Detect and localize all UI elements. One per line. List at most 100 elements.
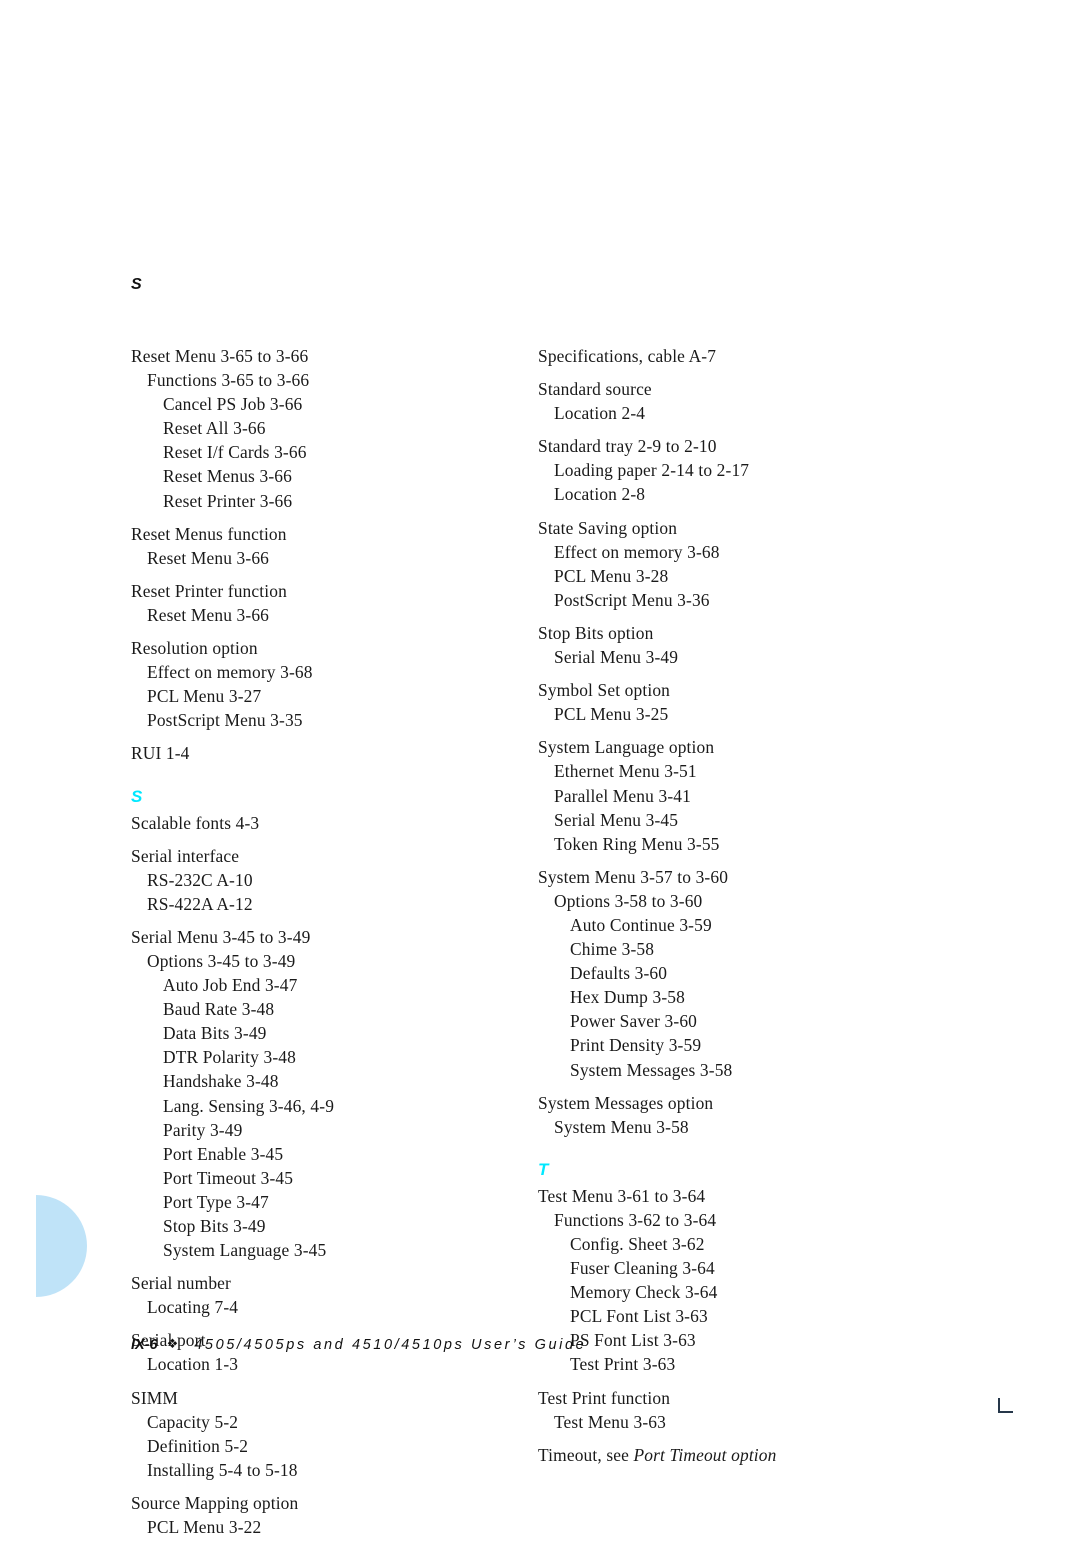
index-subentry: Ethernet Menu 3-51 xyxy=(554,761,697,782)
index-subentry: Parallel Menu 3-41 xyxy=(554,785,691,806)
index-entry: System Messages option xyxy=(538,1092,714,1113)
index-entry: Symbol Set option xyxy=(538,680,671,701)
index-entry: Test Menu 3-61 to 3-64 xyxy=(538,1185,706,1206)
index-subentry: Stop Bits 3-49 xyxy=(163,1216,266,1236)
index-entry: Serial interface xyxy=(131,845,240,866)
index-subentry: PCL Menu 3-25 xyxy=(554,704,669,725)
index-subentry: Parity 3-49 xyxy=(163,1119,243,1140)
index-entry-group: RUI 1-4 xyxy=(131,741,531,765)
index-entry: Serial Menu 3-45 to 3-49 xyxy=(131,926,311,947)
index-entry: System Menu 3-57 to 3-60 xyxy=(538,866,729,887)
index-subentry: PS Font List 3-63 xyxy=(570,1330,696,1351)
index-entry-group: Standard tray 2-9 to 2-10 Loading paper 2… xyxy=(538,434,938,506)
index-subentry: Cancel PS Job 3-66 xyxy=(163,394,303,415)
index-entry: Standard tray 2-9 to 2-10 xyxy=(538,436,717,457)
index-entry-group: Timeout, see Port Timeout option xyxy=(538,1443,938,1467)
index-subentry: Print Density 3-59 xyxy=(570,1035,702,1056)
index-entry-group: Source Mapping option PCL Menu 3-22 xyxy=(131,1491,531,1539)
index-entry-group: Resolution option Effect on memory 3-68 PC… xyxy=(131,636,531,732)
index-subentry: Reset Menu 3-66 xyxy=(147,547,270,568)
index-entry-group: Test Print function Test Menu 3-63 xyxy=(538,1386,938,1434)
crop-mark-icon xyxy=(998,1398,1013,1413)
index-subentry: Test Print 3-63 xyxy=(570,1354,676,1375)
index-entry: SIMM xyxy=(131,1387,178,1408)
index-subentry: Effect on memory 3-68 xyxy=(554,541,720,562)
index-subentry: DTR Polarity 3-48 xyxy=(163,1047,296,1068)
index-entry: Reset Menus function xyxy=(131,523,287,544)
index-entry: Test Print function xyxy=(538,1387,671,1408)
index-column-left: Reset Menu 3-65 to 3-66 Functions 3-65 to… xyxy=(131,344,531,1548)
index-subentry: Location 2-8 xyxy=(554,484,646,505)
index-subentry: Definition 5-2 xyxy=(147,1435,249,1456)
index-subentry: Options 3-58 to 3-60 xyxy=(554,890,703,911)
index-subentry: Data Bits 3-49 xyxy=(163,1023,267,1044)
index-entry-group: Scalable fonts 4-3 xyxy=(131,811,531,835)
index-subentry: PostScript Menu 3-36 xyxy=(554,589,710,610)
index-entry-group: Symbol Set option PCL Menu 3-25 xyxy=(538,678,938,726)
index-entry: Stop Bits option xyxy=(538,622,654,643)
index-subentry: Handshake 3-48 xyxy=(163,1071,279,1092)
index-subentry: Serial Menu 3-45 xyxy=(554,809,679,830)
index-subentry: Installing 5-4 to 5-18 xyxy=(147,1459,298,1480)
index-subentry: Reset All 3-66 xyxy=(163,418,266,439)
index-entry: State Saving option xyxy=(538,517,678,538)
index-entry-group: Reset Menus function Reset Menu 3-66 xyxy=(131,522,531,570)
index-subentry: Port Timeout 3-45 xyxy=(163,1167,294,1188)
index-subentry: Lang. Sensing 3-46, 4-9 xyxy=(163,1095,335,1116)
index-column-right: Specifications, cable A-7 Standard source… xyxy=(538,344,938,1476)
index-subentry: Capacity 5-2 xyxy=(147,1411,239,1432)
index-subentry: Serial Menu 3-49 xyxy=(554,647,679,668)
index-subentry: Fuser Cleaning 3-64 xyxy=(570,1258,715,1279)
index-subentry: PCL Menu 3-27 xyxy=(147,686,262,707)
index-entry: Reset Menu 3-65 to 3-66 xyxy=(131,346,309,366)
index-entry: System Language option xyxy=(538,737,715,758)
index-entry-group: SIMM Capacity 5-2 Definition 5-2 Installing… xyxy=(131,1386,531,1482)
index-entry: Resolution option xyxy=(131,638,258,659)
section-letter-t: T xyxy=(538,1159,549,1179)
index-subentry: System Language 3-45 xyxy=(163,1240,327,1261)
index-subentry: Location 2-4 xyxy=(554,403,646,424)
index-subentry: Locating 7-4 xyxy=(147,1297,239,1318)
index-subentry: PostScript Menu 3-35 xyxy=(147,710,303,731)
index-entry-group: Specifications, cable A-7 xyxy=(538,344,938,368)
index-subentry: Memory Check 3-64 xyxy=(570,1282,718,1303)
index-entry-group: System Language option Ethernet Menu 3-51… xyxy=(538,735,938,855)
running-head-letter: S xyxy=(131,276,143,293)
index-entry: Source Mapping option xyxy=(131,1492,299,1513)
index-cross-reference: Port Timeout option xyxy=(633,1444,777,1465)
index-subentry: Functions 3-65 to 3-66 xyxy=(147,370,310,391)
index-subentry: Hex Dump 3-58 xyxy=(570,987,685,1008)
index-subentry: Defaults 3-60 xyxy=(570,963,668,984)
index-subentry: Options 3-45 to 3-49 xyxy=(147,950,296,971)
index-subentry: Reset Menu 3-66 xyxy=(147,604,270,625)
index-subentry: Baud Rate 3-48 xyxy=(163,999,275,1020)
index-subentry: PCL Font List 3-63 xyxy=(570,1306,708,1327)
diamond-icon: ❖ xyxy=(166,1336,179,1351)
index-subentry: Token Ring Menu 3-55 xyxy=(554,833,720,854)
index-entry: Reset Printer function xyxy=(131,580,287,601)
index-subentry: Config. Sheet 3-62 xyxy=(570,1234,705,1254)
index-subentry: Loading paper 2-14 to 2-17 xyxy=(554,460,750,481)
section-letter-s: S xyxy=(131,786,143,806)
index-entry-group: System Messages option System Menu 3-58 xyxy=(538,1091,938,1139)
index-entry: Standard source xyxy=(538,379,652,400)
folio-number: IX-6 xyxy=(131,1337,158,1353)
index-entry-group: Serial number Locating 7-4 xyxy=(131,1271,531,1319)
half-circle-decoration xyxy=(36,1195,87,1297)
index-entry: RUI 1-4 xyxy=(131,743,190,764)
index-subentry: Chime 3-58 xyxy=(570,939,655,960)
index-entry: Serial number xyxy=(131,1273,231,1294)
index-subentry: System Menu 3-58 xyxy=(554,1116,689,1137)
index-entry-group: Reset Printer function Reset Menu 3-66 xyxy=(131,579,531,627)
index-subentry: Reset Printer 3-66 xyxy=(163,490,293,511)
index-subentry: RS-232C A-10 xyxy=(147,869,253,890)
index-entry-group: Stop Bits option Serial Menu 3-49 xyxy=(538,621,938,669)
index-entry-group: Serial Menu 3-45 to 3-49 Options 3-45 to … xyxy=(131,925,531,1262)
index-entry-group: Reset Menu 3-65 to 3-66 Functions 3-65 to… xyxy=(131,344,531,513)
index-subentry: Functions 3-62 to 3-64 xyxy=(554,1209,717,1230)
page-footer: IX-6 ❖ 4505/4505ps and 4510/4510ps User’s … xyxy=(131,1336,586,1353)
index-entry: Specifications, cable A-7 xyxy=(538,346,717,366)
index-entry-group: System Menu 3-57 to 3-60 Options 3-58 to … xyxy=(538,865,938,1082)
index-entry: Scalable fonts 4-3 xyxy=(131,812,260,833)
index-subentry: PCL Menu 3-22 xyxy=(147,1517,262,1538)
